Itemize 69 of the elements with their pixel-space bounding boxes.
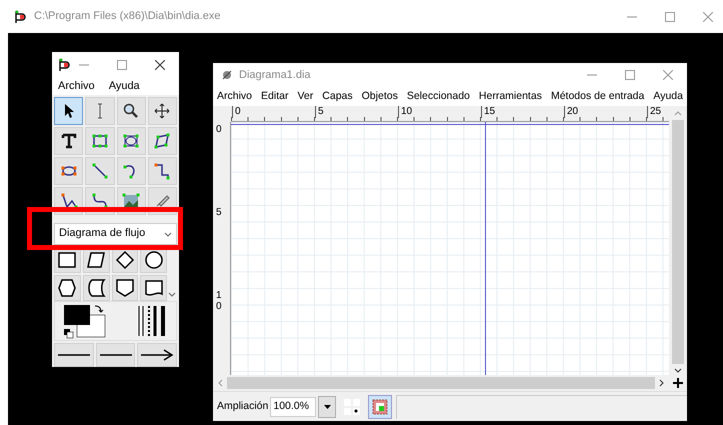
chevron-down-icon [168,290,176,298]
tool-button[interactable] [54,96,84,125]
close-icon[interactable] [155,60,165,70]
scroll-icon [152,100,172,121]
shape-button[interactable] [54,274,81,301]
ruler-label: 0 [216,124,223,135]
ruler-label: 25 [647,106,662,118]
maximize-icon[interactable] [117,60,127,70]
menu-item[interactable]: Herramientas [478,88,542,104]
menu-item[interactable]: Archivo [217,88,252,104]
magnet-snap-toggle[interactable] [368,394,392,418]
menu-item[interactable]: Objetos [362,88,398,104]
menu-item[interactable]: Seleccionado [406,88,470,104]
move-icon[interactable] [673,378,683,388]
line-style-button[interactable] [96,343,136,367]
offpage-shape-icon [114,276,136,299]
line-style-button[interactable] [137,343,178,367]
maximize-icon[interactable] [665,12,675,22]
shape-button[interactable] [112,274,138,301]
ruler-label: 10 [216,290,223,312]
tool-button[interactable] [116,96,146,125]
ruler-label: 15 [481,106,496,118]
menu-item[interactable]: Ayuda [108,78,140,94]
ruler-label: 20 [564,106,578,118]
chevron-right-icon[interactable] [659,379,665,387]
tool-button[interactable] [116,156,146,185]
arrow-icon [140,349,174,361]
chevron-down-icon[interactable] [674,368,682,374]
caret-down-icon [324,404,331,408]
polygon-icon [152,130,172,151]
menu-item[interactable]: Métodos de entrada [550,88,644,104]
tool-button[interactable] [148,156,177,185]
ruler-label: 10 [398,106,412,118]
shape-button[interactable] [140,274,167,301]
shape-button[interactable] [82,274,110,301]
line-style-button[interactable] [54,343,94,367]
menu-item[interactable]: Ayuda [653,88,683,104]
app-logo [14,10,28,24]
zoom-field[interactable]: 100.0% [270,396,316,416]
app-logo [58,58,72,72]
tool-button[interactable] [148,126,177,155]
zoom-dropdown-button[interactable] [318,396,336,418]
ruler-label: 5 [315,106,324,118]
tool-button[interactable] [148,96,177,125]
maximize-icon[interactable] [625,70,635,80]
menu-item[interactable]: Archivo [58,78,95,94]
tool-button[interactable] [54,156,84,185]
menu-item[interactable]: Ver [297,88,314,104]
zigzag-icon [152,160,172,181]
line-icon [90,160,110,181]
document-title: Diagrama1.dia [239,68,311,83]
menu-item[interactable]: Editar [261,88,288,104]
tool-button[interactable] [85,126,114,155]
text-edit-icon [96,102,103,119]
magnet-icon [372,398,388,414]
grid-icon [344,398,360,414]
preparation-shape-icon [56,276,78,299]
color-swatch-icon[interactable] [61,303,107,340]
zoom-label: Ampliación [217,398,268,414]
tool-button[interactable] [116,126,146,155]
ruler-label: 5 [216,207,223,218]
decision-shape-icon [114,248,136,271]
menu-item[interactable]: Capas [322,88,353,104]
ruler-label: 0 [232,106,241,118]
app-icon [221,69,233,81]
tool-button[interactable] [54,126,84,155]
terminal-shape-icon [142,248,165,271]
window-title: C:\Program Files (x86)\Dia\bin\dia.exe [34,9,220,24]
sheet-dropdown[interactable]: Diagrama de flujo [54,222,177,245]
